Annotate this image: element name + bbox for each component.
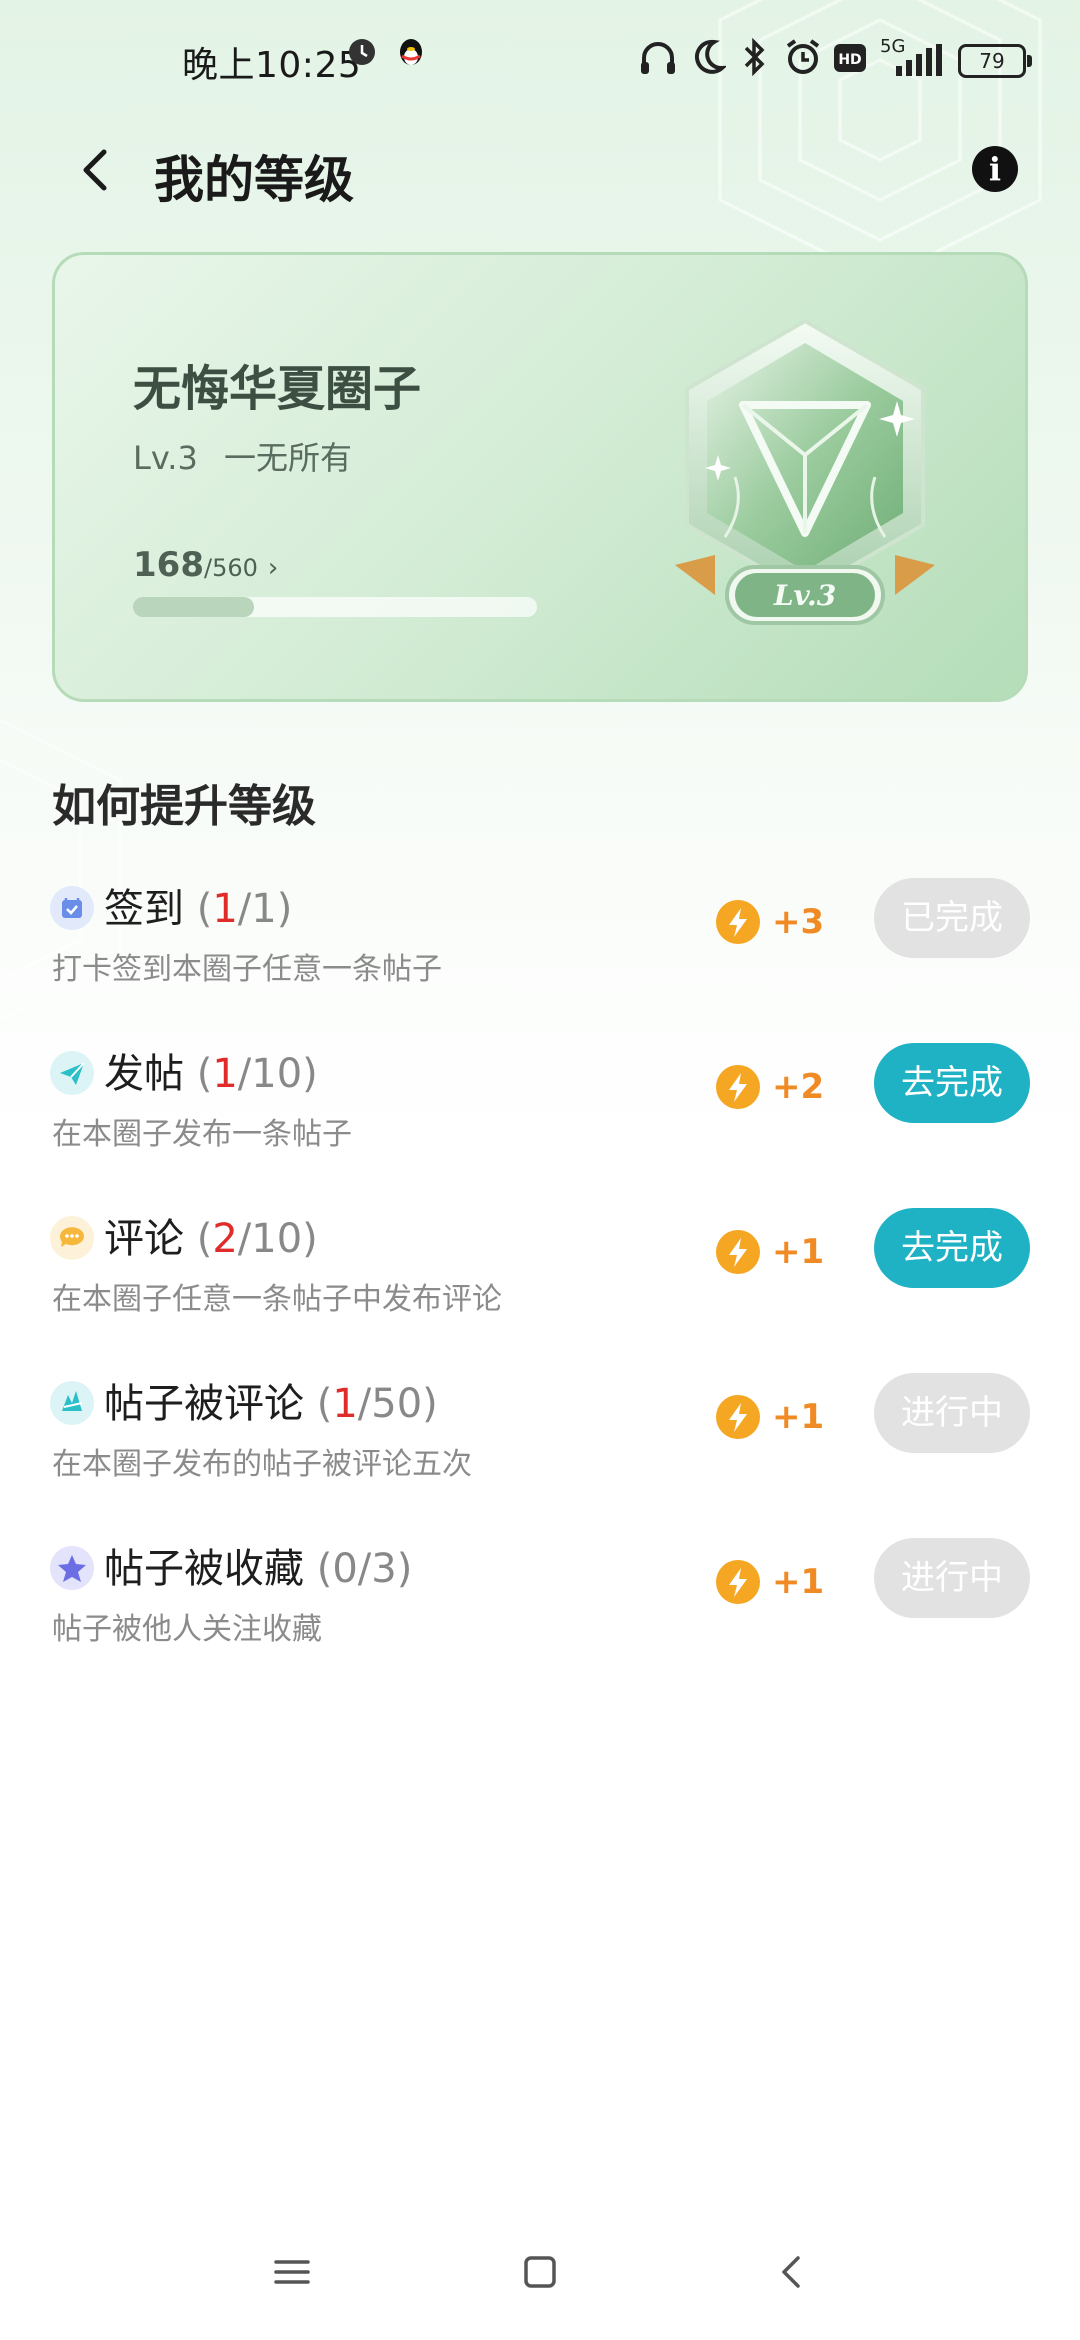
lightning-bolt-icon xyxy=(716,1230,760,1274)
task-action-button[interactable]: 已完成 xyxy=(874,878,1030,958)
level-progress-bar xyxy=(133,597,537,617)
hd-voice-icon: HD xyxy=(834,44,866,72)
task-description: 在本圈子任意一条帖子中发布评论 xyxy=(52,1282,502,1317)
lightning-bolt-icon xyxy=(716,900,760,944)
page-title: 我的等级 xyxy=(154,151,354,209)
level-card: 无悔华夏圈子 Lv.3 一无所有 168/560 › Lv.3 xyxy=(52,252,1028,702)
calendar-check-icon xyxy=(50,886,94,930)
badge-level-label: Lv.3 xyxy=(773,579,836,612)
task-title: 帖子被收藏 xyxy=(104,1546,304,1592)
level-progress-fill xyxy=(133,597,255,617)
lightning-bolt-icon xyxy=(716,1395,760,1439)
comment-received-icon xyxy=(50,1381,94,1425)
task-row: 签到 (1/1) 打卡签到本圈子任意一条帖子 +3 已完成 xyxy=(0,866,1080,1016)
task-progress-done: 1 xyxy=(212,1051,238,1097)
menu-icon[interactable] xyxy=(262,2250,322,2294)
level-title: 一无所有 xyxy=(223,439,352,477)
task-progress-done: 1 xyxy=(212,886,238,932)
clock-notification-icon xyxy=(349,39,375,65)
task-reward-points: +1 xyxy=(772,1232,825,1272)
lightning-bolt-icon xyxy=(716,1560,760,1604)
task-name: 帖子被收藏 (0/3) xyxy=(104,1536,412,1594)
task-name: 签到 (1/1) xyxy=(104,876,292,934)
info-icon[interactable]: i xyxy=(972,146,1018,192)
level-number: Lv.3 xyxy=(133,439,198,477)
task-row: 评论 (2/10) 在本圈子任意一条帖子中发布评论 +1 去完成 xyxy=(0,1196,1080,1346)
task-row: 帖子被收藏 (0/3) 帖子被他人关注收藏 +1 进行中 xyxy=(0,1526,1080,1676)
task-reward-points: +1 xyxy=(772,1562,825,1602)
task-progress-done: 1 xyxy=(332,1381,358,1427)
headphones-icon xyxy=(641,42,675,74)
battery-indicator: 79 xyxy=(958,44,1032,78)
comment-bubble-icon xyxy=(50,1216,94,1260)
task-title: 发帖 xyxy=(104,1051,184,1097)
task-progress-open: ( xyxy=(184,1051,213,1097)
task-progress-open: ( xyxy=(304,1546,333,1592)
lightning-bolt-icon xyxy=(716,1065,760,1109)
task-progress-total: /10) xyxy=(237,1051,318,1097)
task-reward-points: +2 xyxy=(772,1067,825,1107)
task-description: 打卡签到本圈子任意一条帖子 xyxy=(52,952,442,987)
star-icon xyxy=(50,1546,94,1590)
points-link[interactable]: 168/560 › xyxy=(133,545,278,585)
home-icon[interactable] xyxy=(510,2250,570,2294)
circle-name: 无悔华夏圈子 xyxy=(133,361,422,417)
task-action-button[interactable]: 去完成 xyxy=(874,1208,1030,1288)
task-progress-total: /1) xyxy=(237,886,293,932)
qq-penguin-icon xyxy=(400,39,422,65)
alarm-clock-icon xyxy=(786,39,820,74)
task-title: 帖子被评论 xyxy=(104,1381,304,1427)
svg-text:HD: HD xyxy=(838,52,861,68)
task-progress-open: ( xyxy=(184,886,213,932)
task-description: 在本圈子发布的帖子被评论五次 xyxy=(52,1447,472,1482)
task-name: 发帖 (1/10) xyxy=(104,1041,318,1099)
task-row: 帖子被评论 (1/50) 在本圈子发布的帖子被评论五次 +1 进行中 xyxy=(0,1361,1080,1511)
back-nav-icon[interactable] xyxy=(762,2250,822,2294)
task-action-button[interactable]: 去完成 xyxy=(874,1043,1030,1123)
task-description: 帖子被他人关注收藏 xyxy=(52,1612,322,1647)
do-not-disturb-moon-icon xyxy=(694,39,726,74)
signal-strength-icon xyxy=(896,44,942,76)
task-action-button[interactable]: 进行中 xyxy=(874,1373,1030,1453)
task-row: 发帖 (1/10) 在本圈子发布一条帖子 +2 去完成 xyxy=(0,1031,1080,1181)
level-badge-icon: Lv.3 xyxy=(675,318,935,625)
task-progress-open: ( xyxy=(304,1381,333,1427)
bluetooth-icon xyxy=(744,38,765,76)
status-time: 晚上10:25 xyxy=(182,45,362,86)
task-progress-total: /10) xyxy=(237,1216,318,1262)
chevron-right-icon: › xyxy=(267,553,279,583)
task-progress-total: /50) xyxy=(357,1381,438,1427)
task-progress-open: ( xyxy=(184,1216,213,1262)
points-current: 168 xyxy=(133,545,204,585)
task-title: 评论 xyxy=(104,1216,184,1262)
points-max: /560 xyxy=(203,554,258,582)
paper-plane-icon xyxy=(50,1051,94,1095)
task-reward-points: +3 xyxy=(772,902,825,942)
task-action-button[interactable]: 进行中 xyxy=(874,1538,1030,1618)
back-arrow-icon[interactable] xyxy=(66,140,126,200)
task-name: 帖子被评论 (1/50) xyxy=(104,1371,438,1429)
task-progress-total: 0/3) xyxy=(332,1546,413,1592)
section-title: 如何提升等级 xyxy=(52,781,316,832)
task-reward-points: +1 xyxy=(772,1397,825,1437)
task-name: 评论 (2/10) xyxy=(104,1206,318,1264)
task-progress-done: 2 xyxy=(212,1216,238,1262)
status-bar: 晚上10:25 HD 5G 79 xyxy=(0,0,1080,120)
task-description: 在本圈子发布一条帖子 xyxy=(52,1117,352,1152)
level-info: Lv.3 一无所有 xyxy=(133,433,352,479)
task-title: 签到 xyxy=(104,886,184,932)
